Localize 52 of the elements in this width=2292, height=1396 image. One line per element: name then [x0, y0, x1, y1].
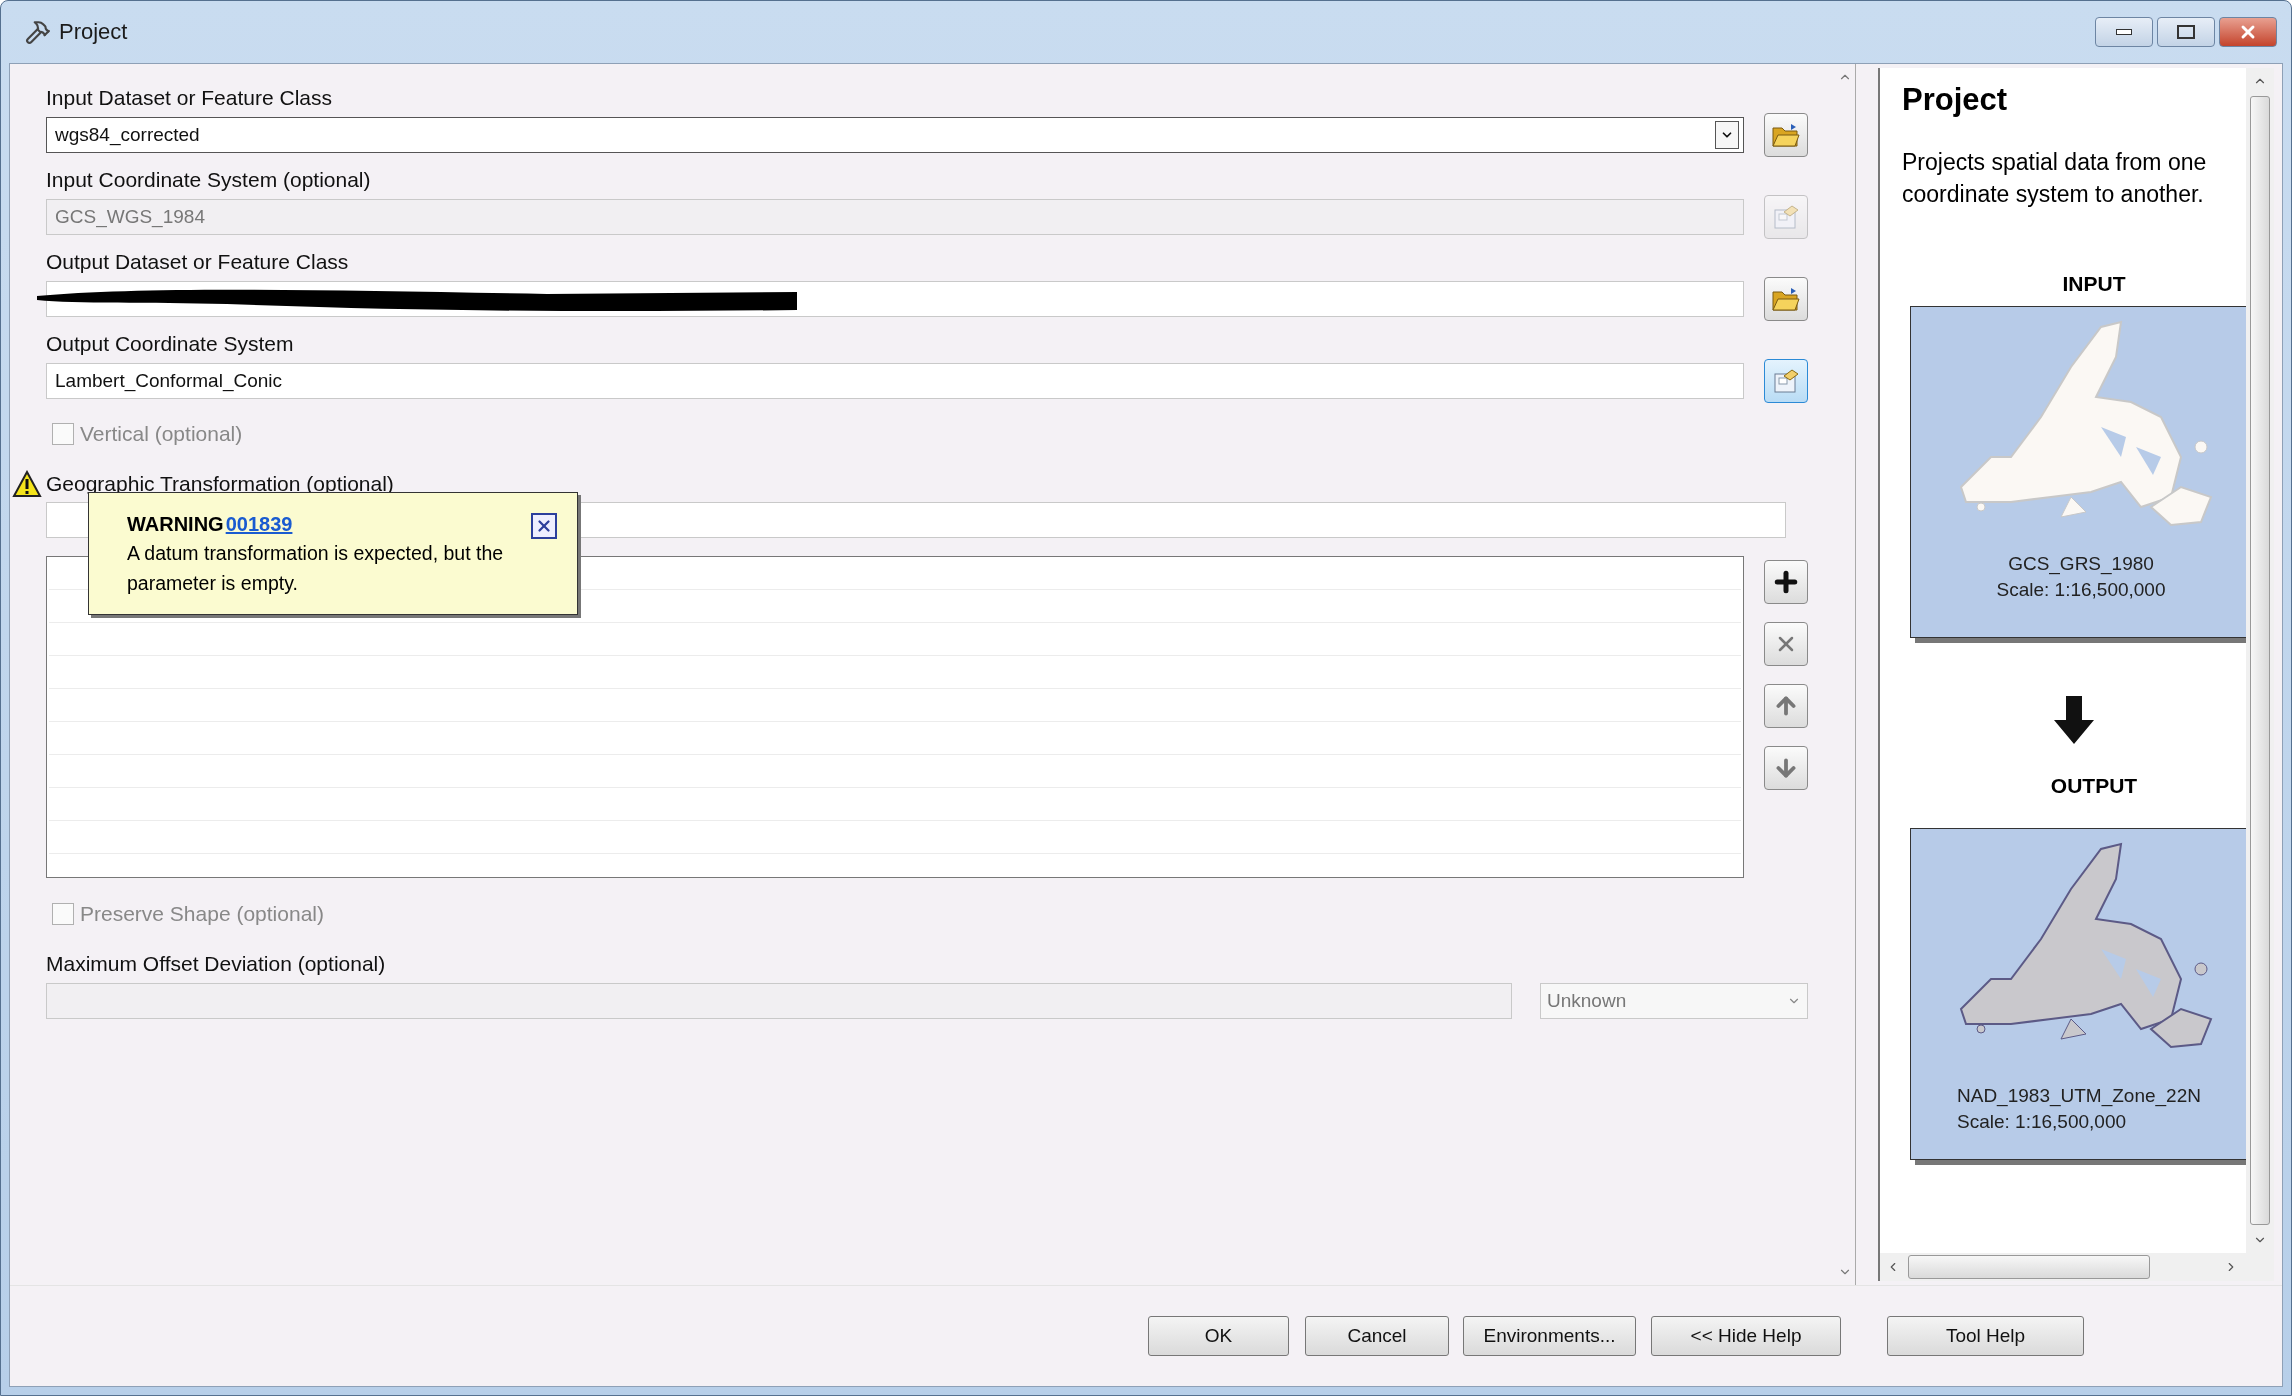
minimize-icon — [2116, 29, 2132, 35]
browse-button[interactable] — [1764, 359, 1808, 403]
warning-message: A datum transformation is expected, but the parameter is empty. — [127, 541, 505, 596]
map-caption: Scale: 1:16,500,000 — [1957, 1111, 2127, 1133]
field-label: Output Dataset or Feature Class — [46, 249, 350, 275]
map-caption: GCS_GRS_1980 — [2008, 553, 2154, 575]
dialog-button[interactable]: Tool Help — [1887, 1316, 2084, 1356]
dialog-button[interactable]: << Hide Help — [1651, 1316, 1841, 1356]
text-field[interactable]: Lambert_Conformal_Conic — [46, 363, 1744, 399]
close-button[interactable] — [531, 513, 557, 539]
help-title: Project — [1902, 82, 2009, 118]
scroll-thumb[interactable] — [1908, 1255, 2150, 1279]
field-label: Input Coordinate System (optional) — [46, 167, 372, 193]
help-description: Projects spatial data from one coordinate system to another. — [1902, 148, 2208, 209]
input-heading: INPUT — [2062, 272, 2126, 296]
field-label: Geographic Transformation (optional) — [46, 471, 394, 497]
move-down-button[interactable] — [1764, 746, 1808, 790]
dialog-button[interactable]: Cancel — [1305, 1316, 1449, 1356]
minimize-button[interactable] — [2095, 17, 2153, 47]
horizontal-scrollbar[interactable] — [1880, 1253, 2274, 1281]
field-label: Input Dataset or Feature Class — [46, 85, 333, 111]
dialog-button[interactable]: OK — [1148, 1316, 1289, 1356]
map-caption: Scale: 1:16,500,000 — [1996, 579, 2166, 601]
checkbox-label: Preserve Shape (optional) — [80, 901, 324, 927]
properties-icon — [1772, 368, 1800, 394]
remove-button[interactable] — [1764, 622, 1808, 666]
scroll-thumb[interactable] — [2250, 96, 2270, 1225]
close-button[interactable] — [2219, 17, 2277, 47]
map-caption: NAD_1983_UTM_Zone_22N — [1957, 1085, 2201, 1107]
field-label: Maximum Offset Deviation (optional) — [46, 951, 387, 977]
checkbox-label: Vertical (optional) — [80, 421, 243, 447]
add-button[interactable] — [1764, 560, 1808, 604]
down-arrow-icon — [2054, 696, 2094, 744]
properties-icon — [1772, 204, 1800, 230]
scrollbar[interactable] — [2246, 68, 2274, 1253]
hammer-icon — [25, 19, 51, 45]
browse-button[interactable] — [1764, 277, 1808, 321]
dataset-dropdown[interactable]: wgs84_corrected — [46, 117, 1744, 153]
folder-icon — [1771, 286, 1801, 312]
field-label: Output Coordinate System — [46, 331, 295, 357]
maximize-button[interactable] — [2157, 17, 2215, 47]
dialog-button[interactable]: Environments... — [1463, 1316, 1636, 1356]
output-heading: OUTPUT — [2050, 774, 2138, 798]
close-icon — [535, 517, 553, 535]
move-up-button[interactable] — [1764, 684, 1808, 728]
browse-button[interactable] — [1764, 113, 1808, 157]
window-title: Project — [59, 19, 128, 45]
dropdown-button[interactable] — [1715, 121, 1739, 149]
warning-code-link[interactable]: 001839 — [225, 513, 293, 536]
maximize-icon — [2177, 25, 2195, 39]
warning-title: WARNING — [127, 513, 224, 536]
folder-icon — [1771, 122, 1801, 148]
